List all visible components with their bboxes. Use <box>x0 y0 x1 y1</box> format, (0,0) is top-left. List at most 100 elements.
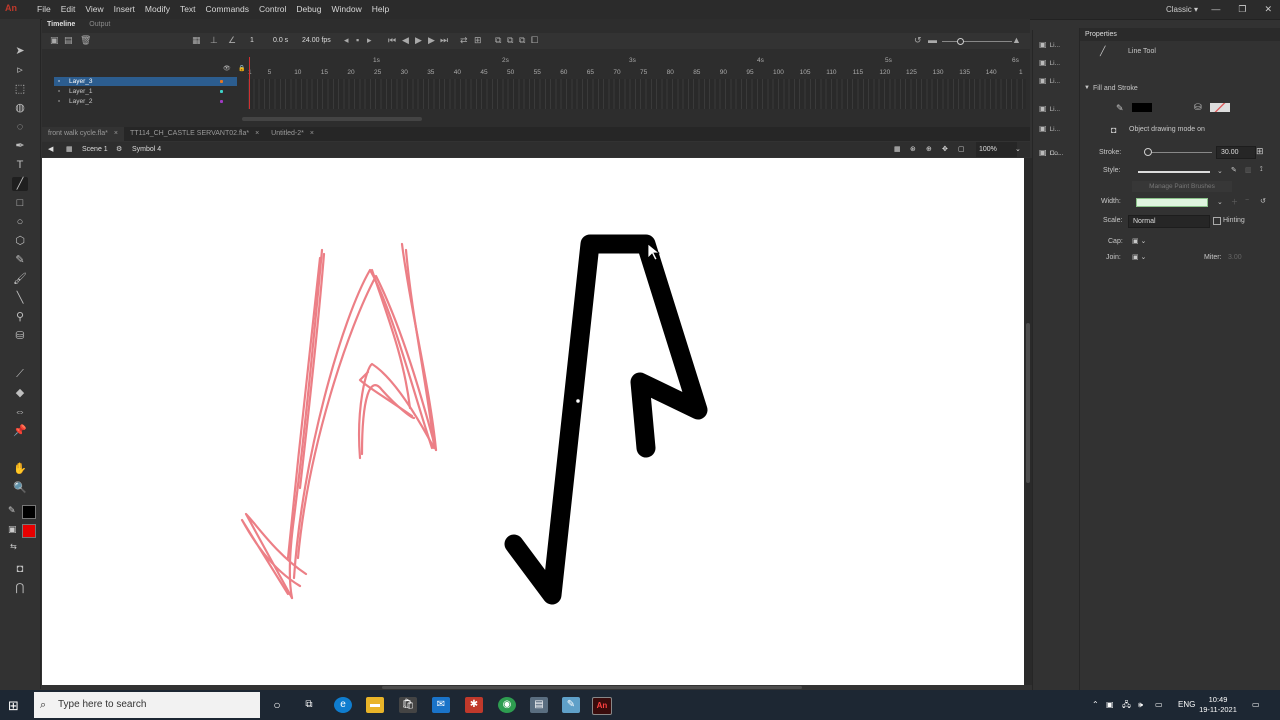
oval-tool-icon[interactable]: ○ <box>12 215 28 229</box>
stroke-slider[interactable] <box>1144 152 1212 153</box>
animate-app-icon[interactable]: An <box>592 697 612 715</box>
object-drawing-mode-icon[interactable]: ◘ <box>12 562 28 576</box>
camera-icon[interactable]: ▦ <box>192 35 201 46</box>
paint-brush-tool-icon[interactable]: ╲ <box>12 291 28 305</box>
stage-clip-icon[interactable]: ▦ <box>894 142 901 157</box>
fill-color-swatch[interactable] <box>22 524 36 538</box>
store-icon[interactable]: 🛍 <box>399 697 417 713</box>
task-view-icon[interactable]: ⧉ <box>300 697 318 713</box>
stop-icon[interactable]: ▪ <box>356 35 359 45</box>
hinting-checkbox[interactable] <box>1213 217 1221 225</box>
menu-modify[interactable]: Modify <box>140 0 175 19</box>
collapsed-panel-button[interactable]: ▣ Co... <box>1039 148 1063 157</box>
line-tool-icon[interactable]: ╱ <box>12 177 28 191</box>
minimize-icon[interactable]: — <box>1211 0 1220 19</box>
brush-tool-icon[interactable]: 🖌 <box>12 272 28 286</box>
collapsed-panel-button[interactable]: ▣ Li... <box>1039 104 1060 113</box>
chevron-down-icon[interactable]: ⌄ <box>1217 198 1223 206</box>
volume-icon[interactable]: 🕪 <box>1138 690 1143 720</box>
brush-library-icon[interactable]: ⟟ <box>1260 166 1263 174</box>
free-transform-tool-icon[interactable]: ⬚ <box>12 82 28 96</box>
mail-icon[interactable]: ✉ <box>432 697 450 713</box>
zoom-tool-icon[interactable]: 🔍 <box>12 481 28 495</box>
timeline-zoom-handle[interactable] <box>957 38 964 45</box>
close-icon[interactable]: × <box>108 130 118 137</box>
eyedropper-tool-icon[interactable]: ⟋ <box>12 367 28 381</box>
last-frame-icon[interactable]: ⏭ <box>440 35 448 46</box>
scale-select[interactable]: Normal <box>1128 215 1210 228</box>
document-tab[interactable]: Untitled-2* × <box>265 127 320 141</box>
cap-select[interactable]: ▣ ⌄ <box>1132 237 1146 245</box>
pink-sketch[interactable] <box>240 242 438 600</box>
layer-row[interactable]: Layer_3 ▫ <box>54 77 237 86</box>
frame-ruler[interactable]: 1510152025303540455055606570758085909510… <box>248 69 1028 79</box>
menu-insert[interactable]: Insert <box>109 0 140 19</box>
menu-window[interactable]: Window <box>326 0 366 19</box>
subselection-tool-icon[interactable]: ▹ <box>12 63 28 77</box>
center-stage-icon[interactable]: ✥ <box>942 142 948 157</box>
edit-style-icon[interactable]: ✎ <box>1231 166 1237 174</box>
rotate-stage-icon[interactable]: ⊕ <box>926 142 932 157</box>
close-icon[interactable]: × <box>249 130 259 137</box>
reset-width-icon[interactable]: ↺ <box>1260 197 1266 205</box>
notifications-icon[interactable]: ▭ <box>1252 690 1260 720</box>
collapsed-panel-button[interactable]: ▣ Li... <box>1039 124 1060 133</box>
chevron-down-icon[interactable]: ⌄ <box>1015 142 1021 157</box>
current-frame[interactable]: 1 <box>250 37 254 44</box>
current-time[interactable]: 0.0 s <box>273 37 288 44</box>
tab-output[interactable]: Output <box>89 19 110 31</box>
tray-arrow-icon[interactable]: ⌃ <box>1092 690 1099 720</box>
onion-skin-icon[interactable]: ⧉ <box>495 35 501 46</box>
zoom-out-icon[interactable]: ▬ <box>928 35 937 45</box>
step-forward-icon[interactable]: ▸ <box>367 35 372 46</box>
frame-grid[interactable] <box>248 79 1026 109</box>
layer-color-icon[interactable] <box>220 100 223 103</box>
file-explorer-icon[interactable]: ▬ <box>366 697 384 713</box>
graph-icon[interactable]: ∠ <box>228 35 236 46</box>
style-preview[interactable] <box>1138 171 1210 173</box>
stroke-slider-handle[interactable] <box>1144 148 1152 156</box>
width-tool-icon[interactable]: ⇔ <box>12 405 28 419</box>
maximize-icon[interactable]: ❐ <box>1238 0 1246 19</box>
onion-outline-icon[interactable]: ⧉ <box>507 35 513 46</box>
swap-colors-icon[interactable]: ⇆ <box>10 542 17 551</box>
menu-control[interactable]: Control <box>254 0 291 19</box>
collapse-arrow-icon[interactable]: ▼ <box>1084 85 1090 91</box>
join-select[interactable]: ▣ ⌄ <box>1132 253 1146 261</box>
back-arrow-icon[interactable]: ◀ <box>48 142 53 157</box>
document-tab[interactable]: TT114_CH_CASTLE SERVANT02.fla* × <box>124 127 265 141</box>
first-frame-icon[interactable]: ⏮ <box>388 35 396 46</box>
rectangle-tool-icon[interactable]: □ <box>12 196 28 210</box>
chrome-icon[interactable]: ◉ <box>498 697 516 713</box>
menu-file[interactable]: File <box>32 0 56 19</box>
prev-frame-icon[interactable]: ◀ <box>402 35 409 46</box>
clip-content-icon[interactable]: ▢ <box>958 142 965 157</box>
collapsed-panel-button[interactable]: ▣ Li... <box>1039 58 1060 67</box>
close-icon[interactable]: × <box>304 130 314 137</box>
new-layer-icon[interactable]: ▣ <box>50 35 59 46</box>
network-icon[interactable]: 🖧 <box>1122 690 1131 720</box>
3d-rotation-tool-icon[interactable]: ◍ <box>12 101 28 115</box>
lasso-tool-icon[interactable]: ◌ <box>12 120 28 134</box>
stage-canvas[interactable] <box>42 158 1024 685</box>
tab-timeline[interactable]: Timeline <box>47 19 75 31</box>
layer-color-icon[interactable] <box>220 80 223 83</box>
timeline-zoom-slider[interactable] <box>942 41 1012 42</box>
app-icon[interactable]: ✱ <box>465 697 483 713</box>
menu-debug[interactable]: Debug <box>291 0 326 19</box>
scene-label[interactable]: Scene 1 <box>82 142 108 157</box>
windows-start-icon[interactable]: ⊞ <box>8 698 19 714</box>
pen-app-icon[interactable]: ✎ <box>562 697 580 713</box>
step-back-icon[interactable]: ◂ <box>344 35 349 46</box>
cortana-icon[interactable]: ○ <box>268 697 286 713</box>
layer-row[interactable]: Layer_1 ▫ <box>54 87 237 96</box>
stroke-color-swatch[interactable] <box>22 505 36 519</box>
stroke-edit-icon[interactable]: ⊞ <box>1256 146 1264 157</box>
loop-icon[interactable]: ⇄ <box>460 35 468 46</box>
fill-color-swatch[interactable] <box>1210 103 1230 112</box>
pen-tool-icon[interactable]: ✒ <box>12 139 28 153</box>
document-tab[interactable]: front walk cycle.fla* × <box>42 127 125 141</box>
text-tool-icon[interactable]: T <box>12 158 28 172</box>
collapsed-panel-button[interactable]: ▣ Li... <box>1039 76 1060 85</box>
playhead[interactable] <box>249 57 250 109</box>
